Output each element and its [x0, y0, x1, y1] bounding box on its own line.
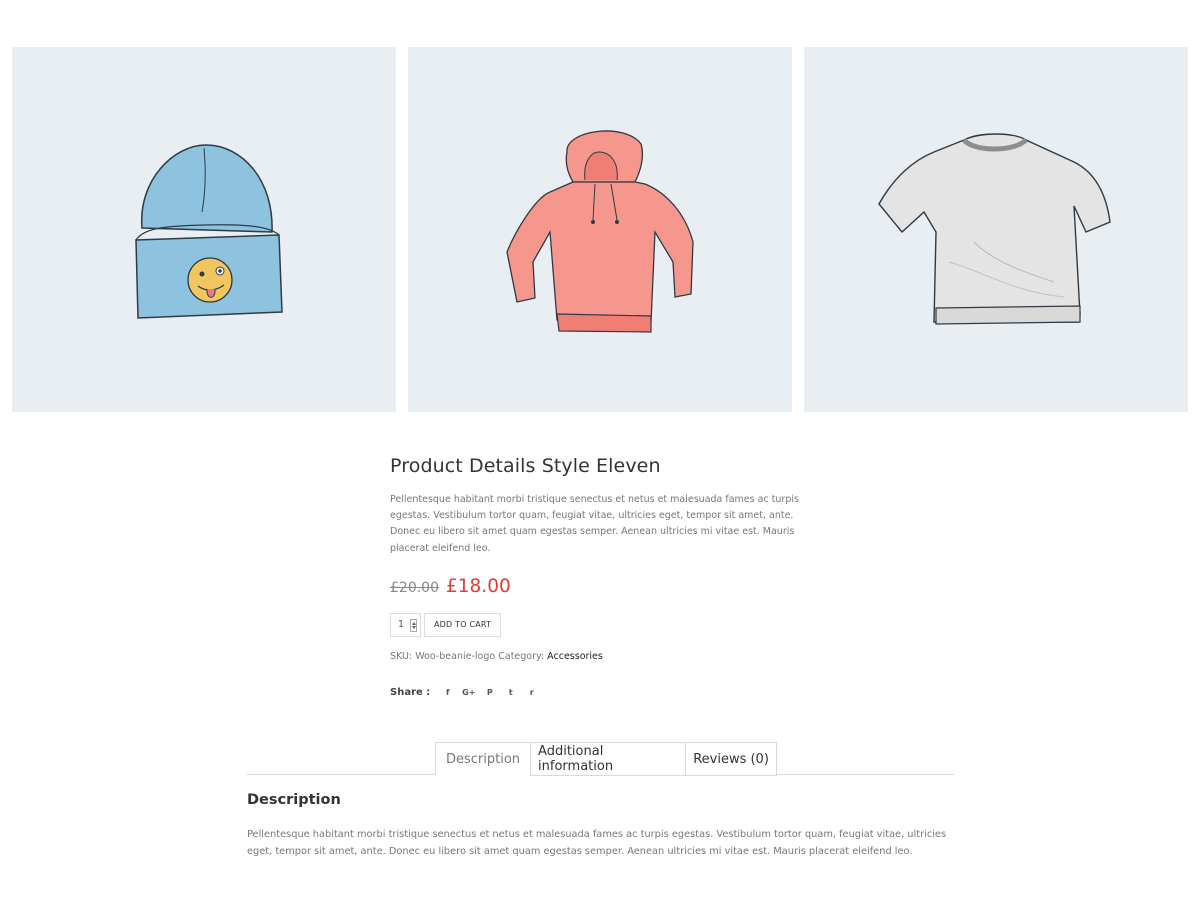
quantity-spinner[interactable]	[410, 618, 417, 632]
facebook-icon[interactable]: f	[437, 686, 458, 700]
beanie-with-emoji-icon	[135, 143, 283, 319]
add-to-cart-button[interactable]: ADD TO CART	[424, 612, 502, 637]
product-gallery	[12, 47, 1188, 412]
tab-additional-information[interactable]: Additional information	[530, 742, 686, 776]
tshirt-icon	[877, 133, 1111, 325]
add-to-cart-form: 1 ADD TO CART	[390, 612, 810, 637]
panel-title: Description	[247, 792, 341, 808]
twitter-icon[interactable]: t	[500, 686, 521, 700]
quantity-value: 1	[398, 619, 405, 631]
tab-description[interactable]: Description	[435, 742, 531, 776]
price: £20.00 £18.00	[390, 576, 810, 597]
reddit-icon[interactable]: r	[521, 686, 542, 700]
tshirt-image[interactable]	[804, 47, 1188, 412]
sale-price: £18.00	[446, 575, 511, 597]
short-description: Pellentesque habitant morbi tristique se…	[390, 494, 799, 554]
share-label: Share :	[390, 687, 431, 699]
tab-bar: Description Additional information Revie…	[247, 742, 954, 776]
hoodie-icon	[506, 130, 694, 333]
google-plus-icon[interactable]: G+	[458, 686, 479, 700]
tab-reviews[interactable]: Reviews (0)	[685, 742, 778, 776]
beanie-image[interactable]	[12, 47, 396, 412]
panel-description-text: Pellentesque habitant morbi tristique se…	[247, 829, 947, 857]
category-link[interactable]: Accessories	[547, 651, 603, 662]
product-summary: Product Details Style Eleven Pellentesqu…	[390, 455, 810, 700]
category-label: Category:	[498, 650, 545, 662]
sku-value: Woo-beanie-logo	[415, 650, 496, 662]
hoodie-image[interactable]	[408, 47, 792, 412]
share-bar: Share : f G+ P t r	[390, 686, 810, 700]
old-price: £20.00	[390, 579, 439, 596]
product-title: Product Details Style Eleven	[390, 455, 661, 477]
pinterest-icon[interactable]: P	[479, 686, 500, 700]
sku-label: SKU:	[390, 650, 413, 662]
product-meta: SKU: Woo-beanie-logo Category: Accessori…	[390, 651, 810, 662]
product-tabs: Description Additional information Revie…	[247, 742, 954, 860]
quantity-stepper[interactable]: 1	[390, 612, 421, 637]
increment-icon[interactable]	[412, 621, 416, 625]
decrement-icon[interactable]	[412, 625, 416, 629]
tab-list: Description Additional information Revie…	[435, 742, 778, 776]
